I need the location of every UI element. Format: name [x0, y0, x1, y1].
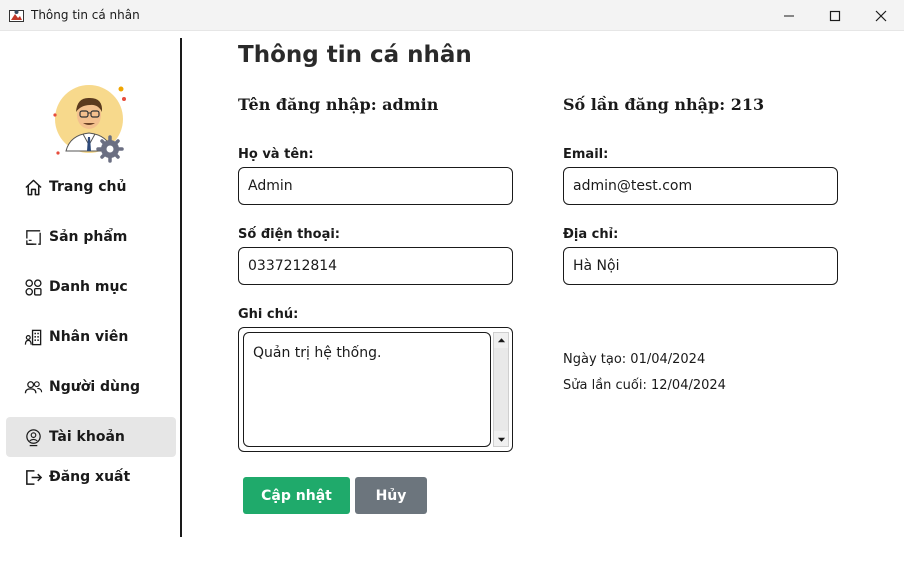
- phone-label: Số điện thoại:: [238, 227, 341, 242]
- account-icon: [23, 427, 43, 447]
- notes-label: Ghi chú:: [238, 307, 299, 322]
- maximize-icon: [829, 10, 841, 21]
- notes-scrollbar[interactable]: [493, 332, 509, 447]
- sidebar-item-label: Người dùng: [49, 379, 140, 395]
- login-count-info: Số lần đăng nhập: 213: [563, 95, 765, 114]
- users-icon: [23, 377, 43, 397]
- sidebar-item-categories[interactable]: Danh mục: [6, 267, 176, 307]
- avatar: [52, 85, 130, 163]
- notes-textarea-border: Quản trị hệ thống.: [243, 332, 491, 447]
- sidebar-item-label: Trang chủ: [49, 179, 127, 195]
- sidebar-item-products[interactable]: Sản phẩm: [6, 217, 176, 257]
- sidebar-item-label: Sản phẩm: [49, 229, 128, 245]
- scroll-up-icon[interactable]: [494, 333, 508, 347]
- phone-field[interactable]: [238, 247, 513, 285]
- update-button[interactable]: Cập nhật: [243, 477, 350, 514]
- employee-building-icon: [23, 327, 43, 347]
- fullname-label: Họ và tên:: [238, 147, 314, 162]
- maximize-button[interactable]: [812, 0, 858, 31]
- sidebar-item-account[interactable]: Tài khoản: [6, 417, 176, 457]
- sidebar-item-label: Tài khoản: [49, 429, 125, 445]
- minimize-button[interactable]: [766, 0, 812, 31]
- logout-icon: [23, 467, 43, 487]
- close-button[interactable]: [858, 0, 904, 31]
- email-field[interactable]: [563, 167, 838, 205]
- sidebar-item-home[interactable]: Trang chủ: [6, 167, 176, 207]
- minimize-icon: [784, 15, 794, 16]
- product-box-icon: [23, 227, 43, 247]
- window-title: Thông tin cá nhân: [31, 8, 140, 22]
- email-label: Email:: [563, 147, 609, 162]
- scroll-track[interactable]: [494, 348, 508, 431]
- sidebar-item-label: Nhân viên: [49, 329, 129, 345]
- sidebar-item-logout[interactable]: Đăng xuất: [6, 457, 176, 497]
- notes-container: Quản trị hệ thống.: [238, 327, 513, 452]
- created-date: Ngày tạo: 01/04/2024: [563, 352, 706, 367]
- address-label: Địa chỉ:: [563, 227, 619, 242]
- title-bar: Thông tin cá nhân: [0, 0, 904, 31]
- cancel-button[interactable]: Hủy: [355, 477, 427, 514]
- app-icon: [9, 8, 24, 23]
- page-title: Thông tin cá nhân: [238, 42, 472, 68]
- sidebar-divider: [180, 38, 182, 537]
- sidebar-item-employees[interactable]: Nhân viên: [6, 317, 176, 357]
- sidebar-item-label: Đăng xuất: [49, 469, 131, 485]
- notes-textarea[interactable]: Quản trị hệ thống.: [253, 345, 483, 440]
- sidebar-item-users[interactable]: Người dùng: [6, 367, 176, 407]
- fullname-field[interactable]: [238, 167, 513, 205]
- modified-date: Sửa lần cuối: 12/04/2024: [563, 378, 726, 393]
- category-grid-icon: [23, 277, 43, 297]
- sidebar-item-label: Danh mục: [49, 279, 128, 295]
- username-info: Tên đăng nhập: admin: [238, 95, 439, 114]
- home-icon: [23, 177, 43, 197]
- address-field[interactable]: [563, 247, 838, 285]
- close-icon: [875, 10, 887, 21]
- scroll-down-icon[interactable]: [494, 432, 508, 446]
